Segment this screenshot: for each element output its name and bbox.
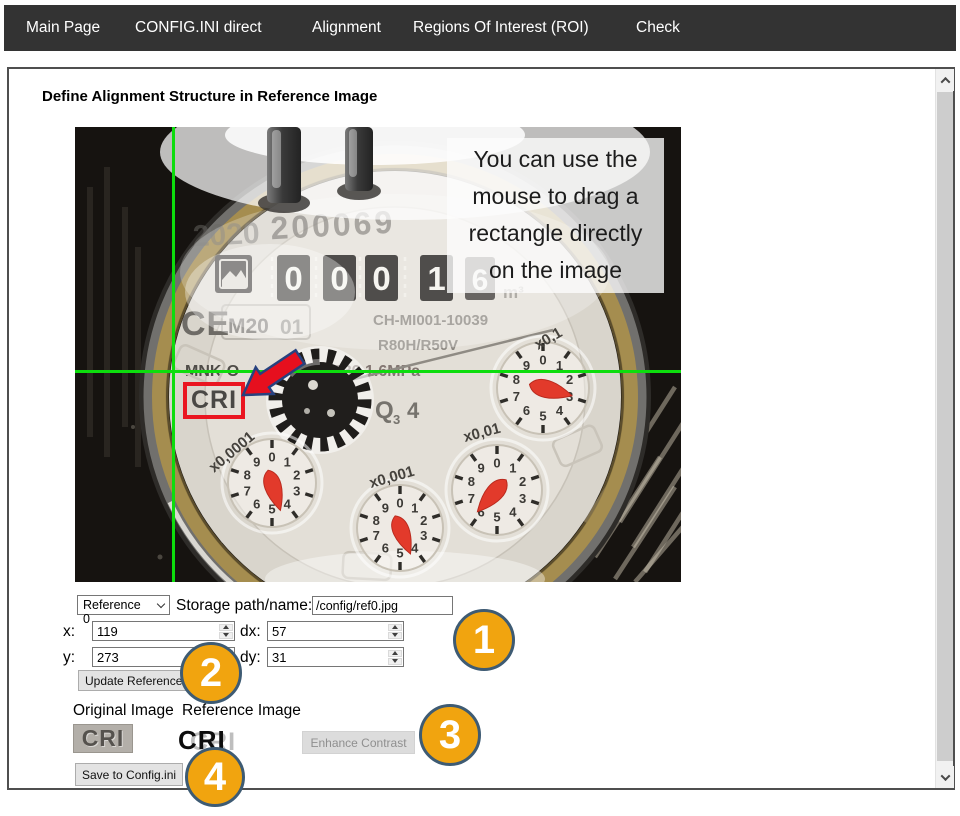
storage-path-input[interactable]: [312, 596, 453, 615]
svg-text:2: 2: [293, 467, 300, 482]
cri-marking: CRI: [191, 386, 237, 415]
scrollbar-thumb[interactable]: [937, 92, 953, 761]
svg-text:4: 4: [407, 398, 420, 423]
nav-item-check[interactable]: Check: [632, 5, 684, 51]
nav-item-main-page[interactable]: Main Page: [22, 5, 104, 51]
svg-text:4: 4: [509, 504, 517, 519]
y-label: y:: [63, 649, 75, 667]
svg-text:0: 0: [268, 450, 275, 465]
svg-text:9: 9: [382, 500, 389, 515]
chevron-down-icon: [940, 771, 950, 781]
dx-spinner: [387, 623, 402, 639]
svg-text:3: 3: [293, 484, 300, 499]
gear: [266, 346, 374, 454]
svg-text:7: 7: [468, 491, 475, 506]
svg-text:0: 0: [539, 353, 546, 368]
original-image-label: Original Image: [73, 702, 174, 720]
instruction-overlay: You can use the mouse to drag a rectangl…: [447, 138, 664, 293]
svg-text:4: 4: [556, 403, 564, 418]
reference-image[interactable]: 2020 200069 0 0 0 1 6: [75, 127, 681, 582]
svg-text:9: 9: [253, 454, 260, 469]
svg-text:4: 4: [411, 541, 419, 556]
spin-up-icon[interactable]: [388, 624, 402, 631]
dy-label: dy:: [240, 649, 261, 667]
x-spinner: [218, 623, 233, 639]
svg-text:2: 2: [420, 513, 427, 528]
chevron-up-icon: [940, 76, 950, 86]
svg-text:6: 6: [253, 497, 260, 512]
dy-spinner: [387, 649, 402, 665]
svg-text:0: 0: [493, 456, 500, 471]
nav-bar: Main Page CONFIG.INI direct Alignment Re…: [4, 5, 956, 51]
svg-text:8: 8: [244, 467, 251, 482]
svg-text:9: 9: [478, 461, 485, 476]
y-value: 273: [97, 650, 119, 665]
svg-text:7: 7: [373, 528, 380, 543]
svg-text:7: 7: [513, 389, 520, 404]
content-frame: Define Alignment Structure in Reference …: [7, 67, 955, 790]
storage-path-label: Storage path/name:: [176, 597, 312, 615]
svg-text:3: 3: [393, 412, 400, 427]
scroll-up-button[interactable]: [936, 69, 954, 91]
svg-text:5: 5: [396, 546, 403, 561]
svg-text:6: 6: [382, 541, 389, 556]
spin-up-icon[interactable]: [388, 650, 402, 657]
svg-text:2: 2: [519, 474, 526, 489]
svg-text:1: 1: [509, 461, 516, 476]
callout-2: 2: [180, 642, 242, 704]
x-label: x:: [63, 623, 75, 641]
scroll-down-button[interactable]: [936, 766, 954, 788]
crosshair-vertical-line: [172, 127, 175, 582]
update-reference-button[interactable]: Update Reference: [78, 670, 189, 691]
callout-3: 3: [419, 704, 481, 766]
alignment-selection-rect[interactable]: CRI: [183, 382, 245, 419]
crosshair-horizontal-line: [75, 370, 681, 373]
svg-text:1: 1: [411, 500, 418, 515]
callout-1: 1: [453, 609, 515, 671]
svg-text:7: 7: [244, 484, 251, 499]
spin-up-icon[interactable]: [219, 624, 233, 631]
svg-text:6: 6: [523, 403, 530, 418]
dx-label: dx:: [240, 623, 261, 641]
svg-text:1: 1: [284, 454, 291, 469]
svg-text:3: 3: [420, 528, 427, 543]
spin-down-icon[interactable]: [219, 632, 233, 639]
svg-text:4: 4: [284, 497, 292, 512]
svg-text:2: 2: [566, 372, 573, 387]
svg-text:3: 3: [519, 491, 526, 506]
svg-text:8: 8: [468, 474, 475, 489]
svg-text:Q: Q: [375, 397, 394, 424]
svg-text:5: 5: [493, 510, 500, 525]
callout-4: 4: [185, 747, 245, 807]
x-input[interactable]: 119: [92, 621, 235, 641]
original-thumb-text: CRI: [82, 725, 125, 752]
nav-item-roi[interactable]: Regions Of Interest (ROI): [409, 5, 593, 51]
dx-value: 57: [272, 624, 286, 639]
spin-down-icon[interactable]: [388, 632, 402, 639]
dy-value: 31: [272, 650, 286, 665]
reference-select[interactable]: Reference 0: [77, 595, 170, 615]
chevron-down-icon: [157, 600, 165, 608]
svg-text:0: 0: [396, 496, 403, 511]
original-image-thumbnail: CRI: [73, 724, 133, 753]
enhance-contrast-button[interactable]: Enhance Contrast: [302, 731, 415, 754]
spin-down-icon[interactable]: [388, 658, 402, 665]
page-title: Define Alignment Structure in Reference …: [42, 88, 377, 105]
save-to-config-button[interactable]: Save to Config.ini: [75, 763, 183, 786]
scrollbar[interactable]: [935, 69, 953, 788]
nav-item-config-ini[interactable]: CONFIG.INI direct: [131, 5, 266, 51]
x-value: 119: [97, 624, 118, 639]
dy-input[interactable]: 31: [267, 647, 404, 667]
dx-input[interactable]: 57: [267, 621, 404, 641]
svg-text:5: 5: [539, 409, 546, 424]
nav-item-alignment[interactable]: Alignment: [308, 5, 385, 51]
reference-image-label: Reference Image: [182, 702, 301, 720]
svg-text:8: 8: [513, 372, 520, 387]
svg-text:8: 8: [373, 513, 380, 528]
